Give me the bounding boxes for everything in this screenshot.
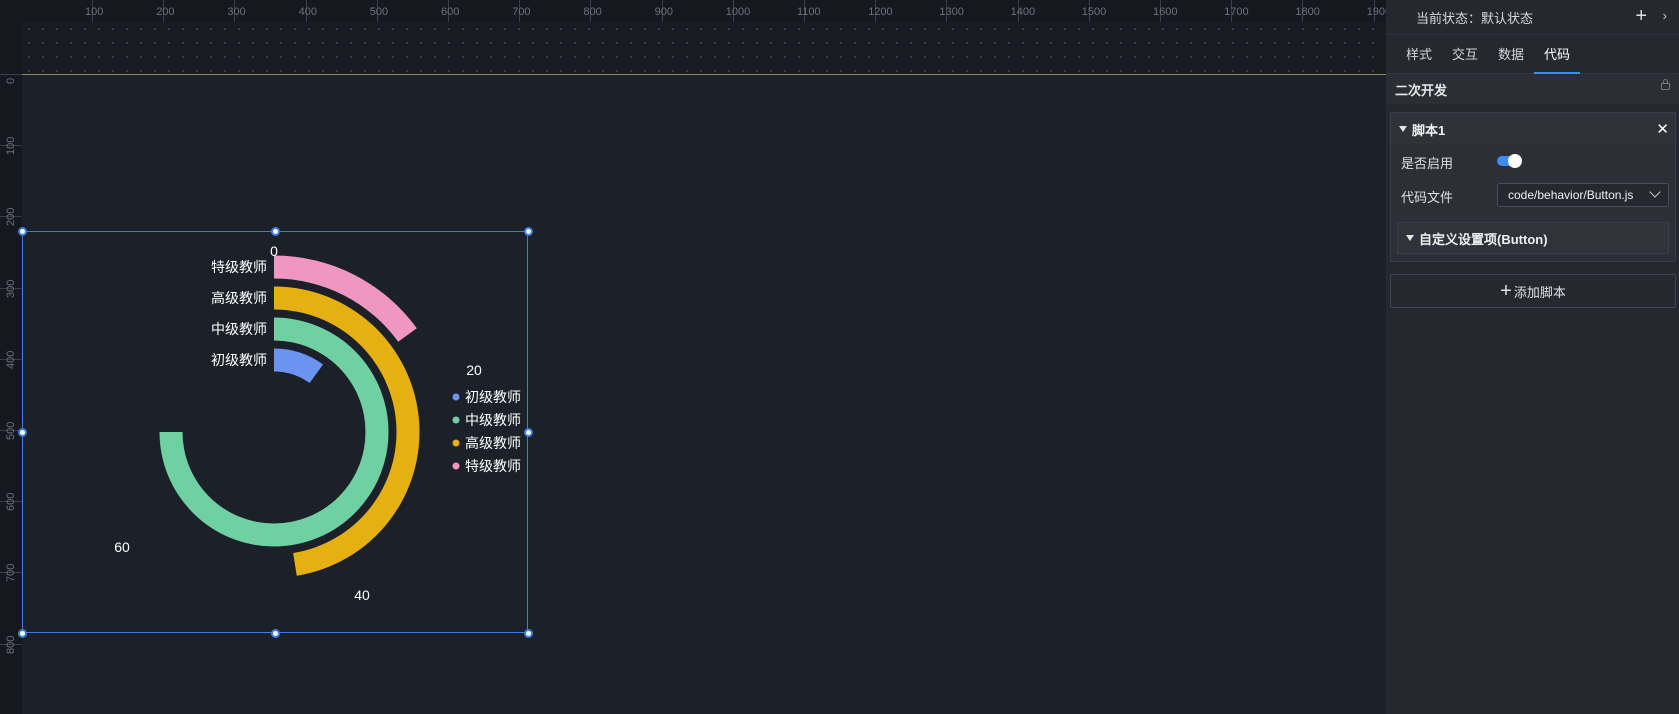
code-file-select[interactable]: code/behavior/Button.js [1497,183,1669,207]
script-title: 脚本1 [1412,122,1446,138]
section-title: 二次开发 [1386,74,1679,104]
add-script-label: 添加脚本 [1513,284,1566,300]
add-script-button[interactable]: + 添加脚本 [1390,274,1676,308]
resize-handle[interactable] [524,629,533,638]
caret-down-icon [1406,235,1414,241]
resize-handle[interactable] [271,629,280,638]
enabled-label: 是否启用 [1401,156,1454,171]
close-icon[interactable]: ✕ [1656,120,1669,138]
lock-icon[interactable] [1661,79,1670,90]
code-file-value: code/behavior/Button.js [1508,188,1634,202]
tab-data[interactable]: 数据 [1488,44,1534,73]
add-state-icon[interactable]: + [1635,6,1647,26]
chevron-right-icon[interactable]: › [1663,8,1667,23]
script-card: 脚本1 ✕ 是否启用 代码文件 code/behavior/Button.js … [1390,112,1676,262]
resize-handle[interactable] [524,227,533,236]
panel-state-bar: 当前状态：默认状态 + › [1386,0,1679,34]
file-label: 代码文件 [1401,190,1454,205]
caret-down-icon[interactable] [1399,126,1407,132]
tab-interaction[interactable]: 交互 [1442,44,1488,73]
panel-tabs: 样式 交互 数据 代码 [1386,34,1679,74]
chevron-down-icon [1649,186,1661,198]
canvas-area[interactable]: 100 200 300 400 500 600 700 800 900 1000 1100 1200 1… [0,0,1386,714]
script-header[interactable]: 脚本1 ✕ [1391,113,1675,145]
properties-panel: 当前状态：默认状态 + › 样式 交互 数据 代码 二次开发 脚本1 ✕ 是否启… [1386,0,1679,714]
tab-code[interactable]: 代码 [1534,44,1581,74]
resize-handle[interactable] [524,428,533,437]
plus-icon: + [1500,280,1512,302]
tab-style[interactable]: 样式 [1396,44,1442,73]
resize-handle[interactable] [18,629,27,638]
selection-box[interactable] [18,227,533,638]
resize-handle[interactable] [18,428,27,437]
resize-handle[interactable] [271,227,280,236]
enabled-toggle[interactable] [1497,154,1522,168]
resize-handle[interactable] [18,227,27,236]
state-label: 当前状态：默认状态 [1416,10,1534,26]
section-title-text: 二次开发 [1395,82,1448,98]
custom-settings-header[interactable]: 自定义设置项(Button) [1397,222,1669,254]
custom-settings-label: 自定义设置项(Button) [1419,231,1548,247]
